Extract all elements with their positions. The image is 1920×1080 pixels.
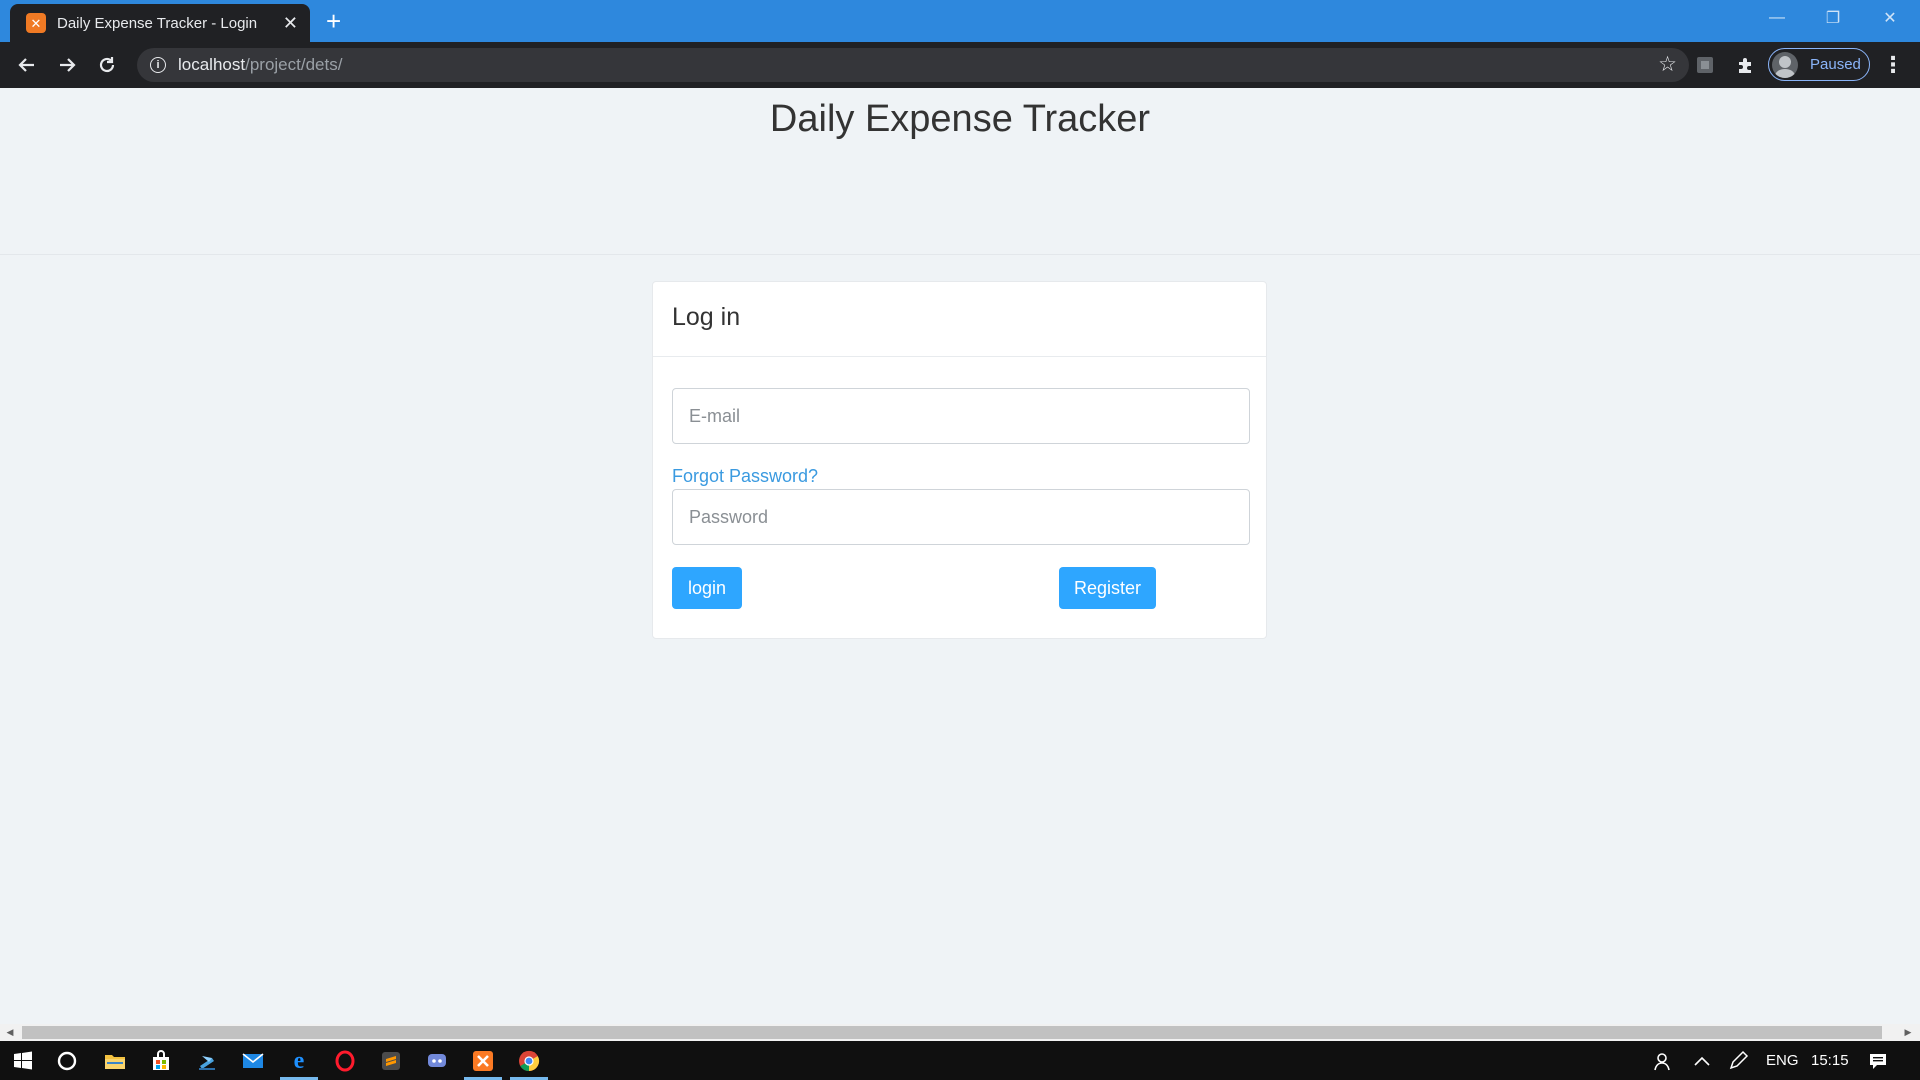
xampp-icon[interactable] — [460, 1041, 506, 1080]
page-title: Daily Expense Tracker — [769, 98, 1151, 140]
winscp-icon[interactable] — [184, 1041, 230, 1080]
file-explorer-icon[interactable] — [92, 1041, 138, 1080]
minimize-icon[interactable]: — — [1749, 0, 1805, 36]
kebab-menu-icon[interactable]: ⋮ — [1882, 53, 1904, 77]
password-input[interactable] — [672, 489, 1250, 545]
info-icon[interactable]: i — [150, 57, 166, 73]
url-host: localhost — [178, 55, 246, 74]
profile-button[interactable]: Paused — [1768, 48, 1870, 81]
store-icon[interactable] — [138, 1041, 184, 1080]
clock[interactable]: 15:15 — [1811, 1041, 1849, 1080]
windows-start-icon[interactable] — [0, 1041, 46, 1080]
mail-icon[interactable] — [230, 1041, 276, 1080]
back-arrow-icon[interactable] — [13, 51, 41, 79]
pen-icon[interactable] — [1727, 1041, 1749, 1080]
email-input[interactable] — [672, 388, 1250, 444]
cortana-icon[interactable] — [44, 1041, 90, 1080]
avatar — [1772, 51, 1798, 78]
close-tab-icon[interactable]: ✕ — [283, 13, 298, 33]
browser-tab-bar: ✕ Daily Expense Tracker - Login ✕ + — ❐ … — [0, 0, 1920, 42]
language-indicator[interactable]: ENG — [1766, 1041, 1799, 1080]
restore-icon[interactable]: ❐ — [1805, 0, 1861, 36]
edge-icon[interactable]: e — [276, 1041, 322, 1080]
scrollbar-thumb[interactable] — [22, 1026, 1882, 1039]
puzzle-icon[interactable] — [1734, 53, 1758, 77]
xampp-icon: ✕ — [26, 13, 46, 33]
forgot-password-link[interactable]: Forgot Password? — [672, 466, 818, 487]
star-icon[interactable]: ☆ — [1658, 53, 1677, 77]
discord-icon[interactable] — [414, 1041, 460, 1080]
new-tab-icon[interactable]: + — [326, 6, 341, 36]
horizontal-scrollbar[interactable]: ◀ ▶ — [0, 1024, 1920, 1041]
close-window-icon[interactable]: ✕ — [1862, 0, 1918, 36]
scroll-left-icon[interactable]: ◀ — [4, 1026, 16, 1039]
scroll-right-icon[interactable]: ▶ — [1902, 1026, 1914, 1039]
chrome-icon[interactable] — [506, 1041, 552, 1080]
url-text[interactable]: localhost/project/dets/ — [178, 55, 342, 75]
reload-icon[interactable] — [93, 51, 121, 79]
tab-title: Daily Expense Tracker - Login — [57, 14, 258, 32]
login-button[interactable]: login — [672, 567, 742, 609]
url-path: /project/dets/ — [245, 55, 343, 74]
address-bar[interactable]: i localhost/project/dets/ ☆ — [137, 48, 1689, 82]
forward-arrow-icon[interactable] — [53, 51, 81, 79]
notification-icon[interactable] — [1868, 1041, 1888, 1080]
browser-toolbar: i localhost/project/dets/ ☆ Paused ⋮ — [0, 42, 1920, 88]
extension-icon[interactable] — [1693, 53, 1717, 77]
sublime-text-icon[interactable] — [368, 1041, 414, 1080]
opera-icon[interactable] — [322, 1041, 368, 1080]
card-header: Log in — [653, 282, 1266, 357]
login-card: Log in Forgot Password? login Register — [652, 281, 1267, 639]
profile-status: Paused — [1810, 56, 1861, 73]
card-title: Log in — [672, 303, 741, 331]
people-icon[interactable] — [1652, 1041, 1672, 1080]
browser-tab[interactable]: ✕ Daily Expense Tracker - Login ✕ — [10, 4, 310, 42]
taskbar: e ENG 15:15 — [0, 1041, 1920, 1080]
chevron-up-icon[interactable] — [1693, 1041, 1711, 1080]
register-button[interactable]: Register — [1059, 567, 1156, 609]
